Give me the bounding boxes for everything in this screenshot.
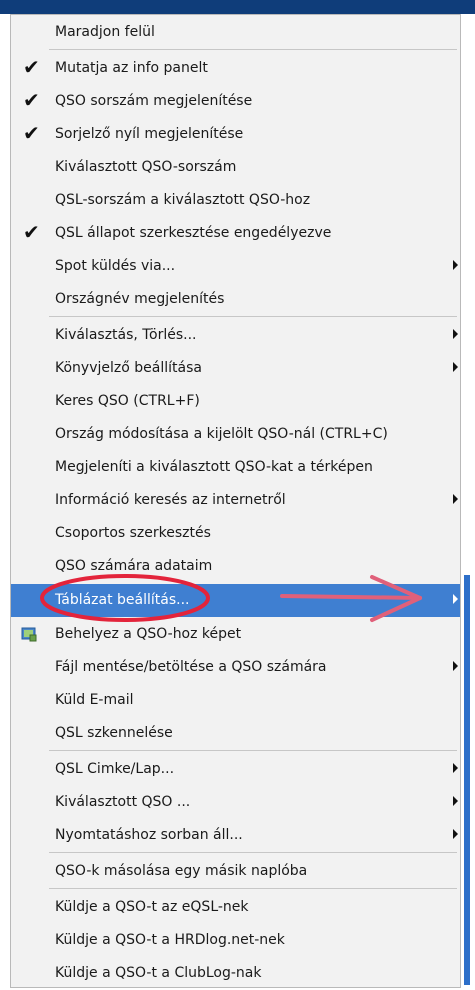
menu-item-qsl-number[interactable]: QSL-sorszám a kiválasztott QSO-hoz xyxy=(11,184,460,217)
submenu-arrow-icon xyxy=(453,796,458,806)
menu-item-send-clublog[interactable]: Küldje a QSO-t a ClubLog-nak xyxy=(11,957,460,990)
menu-item-send-email[interactable]: Küld E-mail xyxy=(11,684,460,717)
menu-item-label: Maradjon felül xyxy=(55,24,155,40)
menu-item-print-queue[interactable]: Nyomtatáshoz sorban áll... xyxy=(11,819,460,852)
menu-item-label: Fájl mentése/betöltése a QSO számára xyxy=(55,659,327,675)
menu-item-copy-to-log[interactable]: QSO-k másolása egy másik naplóba xyxy=(11,855,460,888)
menu-item-find-qso[interactable]: Keres QSO (CTRL+F) xyxy=(11,385,460,418)
menu-item-label: Kiválasztás, Törlés... xyxy=(55,327,197,343)
submenu-arrow-icon xyxy=(453,661,458,671)
menu-item-label: Országnév megjelenítés xyxy=(55,291,225,307)
menu-item-label: Csoportos szerkesztés xyxy=(55,525,211,541)
menu-item-label: Küldje a QSO-t az eQSL-nek xyxy=(55,899,249,915)
menu-item-label: Küldje a QSO-t a ClubLog-nak xyxy=(55,965,262,981)
menu-item-table-settings[interactable]: Táblázat beállítás... xyxy=(11,584,460,617)
checkmark-icon: ✔ xyxy=(23,121,40,145)
menu-item-show-on-map[interactable]: Megjeleníti a kiválasztott QSO-kat a tér… xyxy=(11,451,460,484)
menu-item-label: QSL állapot szerkesztése engedélyezve xyxy=(55,225,332,241)
menu-item-label: QSL Cimke/Lap... xyxy=(55,761,175,777)
context-menu: Maradjon felül ✔ Mutatja az info panelt … xyxy=(10,14,461,988)
menu-item-label: Könyvjelző beállítása xyxy=(55,360,202,376)
menu-item-send-hrdlog[interactable]: Küldje a QSO-t a HRDlog.net-nek xyxy=(11,924,460,957)
menu-item-label: Információ keresés az internetről xyxy=(55,492,286,508)
menu-item-label: Megjeleníti a kiválasztott QSO-kat a tér… xyxy=(55,459,373,475)
menu-separator xyxy=(49,750,457,751)
menu-item-label: Küldje a QSO-t a HRDlog.net-nek xyxy=(55,932,285,948)
menu-item-file-save-load[interactable]: Fájl mentése/betöltése a QSO számára xyxy=(11,651,460,684)
menu-item-select-delete[interactable]: Kiválasztás, Törlés... xyxy=(11,319,460,352)
menu-separator xyxy=(49,852,457,853)
menu-item-qsl-label[interactable]: QSL Cimke/Lap... xyxy=(11,753,460,786)
menu-separator xyxy=(49,49,457,50)
menu-item-selected-qso[interactable]: Kiválasztott QSO ... xyxy=(11,786,460,819)
menu-item-label: QSL szkennelése xyxy=(55,725,173,741)
submenu-arrow-icon xyxy=(453,594,458,604)
menu-item-label: Behelyez a QSO-hoz képet xyxy=(55,626,242,642)
menu-item-bulk-edit[interactable]: Csoportos szerkesztés xyxy=(11,517,460,550)
menu-item-label: QSO-k másolása egy másik naplóba xyxy=(55,863,308,879)
menu-item-show-info-panel[interactable]: ✔ Mutatja az info panelt xyxy=(11,52,460,85)
menu-item-qsl-scan[interactable]: QSL szkennelése xyxy=(11,717,460,750)
menu-item-qsl-edit-enabled[interactable]: ✔ QSL állapot szerkesztése engedélyezve xyxy=(11,217,460,250)
checkmark-icon: ✔ xyxy=(23,55,40,79)
menu-item-change-country[interactable]: Ország módosítása a kijelölt QSO-nál (CT… xyxy=(11,418,460,451)
menu-item-stay-on-top[interactable]: Maradjon felül xyxy=(11,16,460,49)
checkmark-icon: ✔ xyxy=(23,88,40,112)
menu-item-selected-qso-number[interactable]: Kiválasztott QSO-sorszám xyxy=(11,151,460,184)
menu-item-insert-image[interactable]: Behelyez a QSO-hoz képet xyxy=(11,618,460,651)
menu-item-label: Mutatja az info panelt xyxy=(55,60,208,76)
menu-item-label: Kiválasztott QSO ... xyxy=(55,794,191,810)
menu-item-send-eqsl[interactable]: Küldje a QSO-t az eQSL-nek xyxy=(11,891,460,924)
menu-item-label: QSL-sorszám a kiválasztott QSO-hoz xyxy=(55,192,311,208)
window-edge-bar xyxy=(464,575,470,985)
menu-separator xyxy=(49,888,457,889)
menu-item-label: Keres QSO (CTRL+F) xyxy=(55,393,200,409)
menu-item-my-data[interactable]: QSO számára adataim xyxy=(11,550,460,583)
submenu-arrow-icon xyxy=(453,260,458,270)
menu-item-label: Táblázat beállítás... xyxy=(55,592,190,608)
menu-item-internet-search[interactable]: Információ keresés az internetről xyxy=(11,484,460,517)
submenu-arrow-icon xyxy=(453,329,458,339)
menu-item-bookmark[interactable]: Könyvjelző beállítása xyxy=(11,352,460,385)
menu-item-label: Kiválasztott QSO-sorszám xyxy=(55,159,237,175)
submenu-arrow-icon xyxy=(453,829,458,839)
menu-item-label: QSO sorszám megjelenítése xyxy=(55,93,253,109)
submenu-arrow-icon xyxy=(453,763,458,773)
menu-item-label: Sorjelző nyíl megjelenítése xyxy=(55,126,244,142)
menu-item-spot-send[interactable]: Spot küldés via... xyxy=(11,250,460,283)
image-icon xyxy=(21,627,37,642)
menu-item-label: Spot küldés via... xyxy=(55,258,176,274)
menu-item-show-qso-number[interactable]: ✔ QSO sorszám megjelenítése xyxy=(11,85,460,118)
menu-item-country-name[interactable]: Országnév megjelenítés xyxy=(11,283,460,316)
window-title-strip xyxy=(0,0,475,14)
submenu-arrow-icon xyxy=(453,494,458,504)
menu-item-label: QSO számára adataim xyxy=(55,558,213,574)
submenu-arrow-icon xyxy=(453,362,458,372)
menu-item-label: Ország módosítása a kijelölt QSO-nál (CT… xyxy=(55,426,388,442)
menu-item-label: Nyomtatáshoz sorban áll... xyxy=(55,827,243,843)
menu-separator xyxy=(49,316,457,317)
checkmark-icon: ✔ xyxy=(23,220,40,244)
menu-item-show-row-arrow[interactable]: ✔ Sorjelző nyíl megjelenítése xyxy=(11,118,460,151)
menu-item-label: Küld E-mail xyxy=(55,692,134,708)
